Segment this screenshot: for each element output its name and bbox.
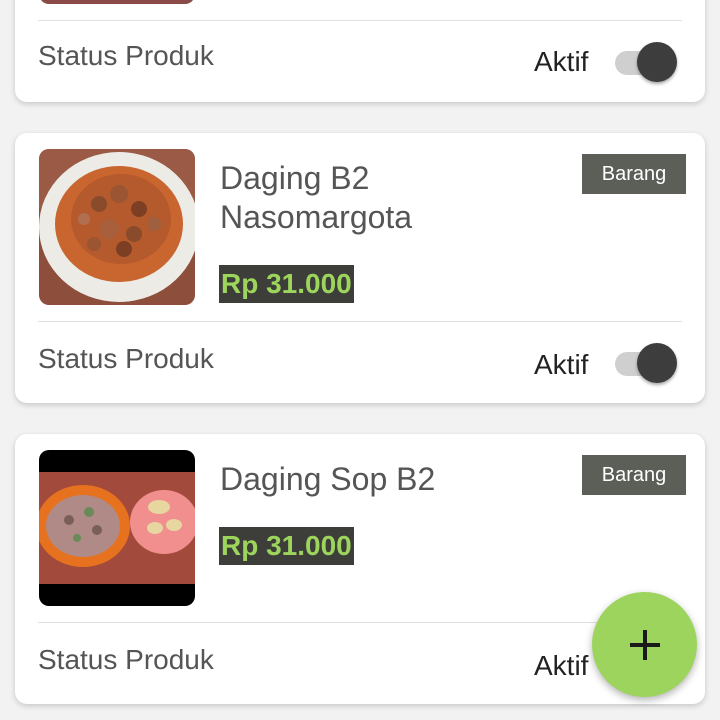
product-type-badge: Barang [582,455,686,495]
toggle-knob [637,343,677,383]
aktif-label: Aktif [534,46,589,77]
card-divider [38,321,682,322]
status-produk-label: Status Produk [38,644,214,675]
product-card: Status Produk Aktif [15,0,705,102]
status-produk-label: Status Produk [38,343,214,374]
status-produk-label: Status Produk [38,40,214,71]
aktif-label: Aktif [534,650,589,681]
product-price: Rp 31.000 [219,265,354,303]
food-photo-sop-icon [39,450,195,606]
product-name: Daging B2 Nasomargota [220,160,413,235]
card-divider [38,20,682,21]
aktif-label: Aktif [534,349,589,380]
product-image-partial [39,0,195,4]
status-toggle[interactable] [615,343,677,383]
card-divider [38,622,682,623]
product-card[interactable]: Daging B2 Nasomargota Rp 31.000 Barang S… [15,133,705,403]
product-name: Daging Sop B2 [220,461,436,497]
add-product-button[interactable] [592,592,697,697]
status-toggle[interactable] [615,42,677,82]
product-price: Rp 31.000 [219,527,354,565]
plus-icon [629,629,660,660]
product-type-badge: Barang [582,154,686,194]
toggle-knob [637,42,677,82]
food-photo-b2-icon [39,149,195,305]
